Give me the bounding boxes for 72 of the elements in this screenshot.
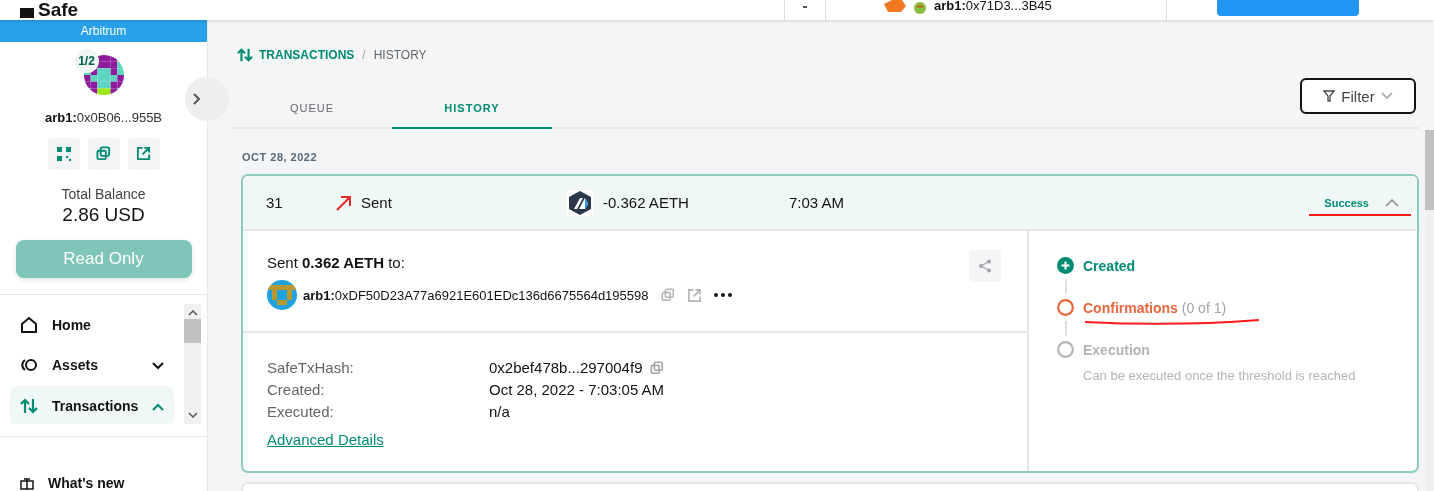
filter-button[interactable]: Filter bbox=[1300, 78, 1416, 114]
filter-icon bbox=[1323, 90, 1336, 102]
token-icon bbox=[567, 189, 593, 216]
tab[interactable]: HISTORY bbox=[392, 89, 552, 129]
transfer-icon bbox=[20, 396, 38, 415]
detail-value: n/a bbox=[489, 402, 510, 422]
network-bar: Arbitrum bbox=[0, 20, 207, 42]
scrollbar[interactable] bbox=[1425, 130, 1434, 491]
copy-button[interactable] bbox=[87, 137, 120, 170]
safe-address: arb1:0x0B06...955B bbox=[44, 109, 163, 125]
share-button[interactable] bbox=[969, 250, 1001, 282]
logo-icon bbox=[20, 8, 34, 18]
qr-code-icon bbox=[56, 146, 71, 161]
home-icon bbox=[20, 315, 38, 334]
date-heading: OCT 28, 2022 bbox=[242, 151, 319, 163]
transaction-time: 7:03 AM bbox=[789, 194, 846, 211]
transfer-icon bbox=[237, 47, 253, 63]
step-label: Created bbox=[1083, 257, 1136, 274]
chevron-right-icon bbox=[193, 93, 201, 105]
nav-item[interactable]: Transactions bbox=[10, 385, 175, 424]
scroll-down-icon[interactable] bbox=[187, 412, 198, 418]
detail-value: Oct 28, 2022 - 7:03:05 AM bbox=[489, 380, 665, 400]
external-link-icon bbox=[136, 146, 151, 162]
external-link-button[interactable] bbox=[127, 137, 160, 170]
chevron-down-icon bbox=[1380, 92, 1393, 100]
copy-icon[interactable] bbox=[650, 361, 665, 375]
chevron-down-icon[interactable] bbox=[152, 361, 165, 370]
advanced-details-link[interactable]: Advanced Details bbox=[267, 431, 384, 448]
more-icon[interactable] bbox=[713, 293, 732, 297]
nav-item[interactable]: Assets bbox=[10, 344, 175, 385]
transfer-summary: Sent 0.362 AETH to: bbox=[267, 254, 405, 271]
detail-label: Created: bbox=[267, 380, 326, 400]
recipient-avatar bbox=[267, 280, 297, 310]
collapse-button[interactable] bbox=[185, 77, 229, 121]
logo-text: Safe bbox=[38, 0, 79, 20]
transaction-type: Sent bbox=[361, 194, 392, 211]
breadcrumb-separator: / bbox=[362, 48, 366, 62]
detail-label: SafeTxHash: bbox=[267, 358, 355, 378]
detail-label: Executed: bbox=[267, 402, 335, 422]
balance-value: 2.86 USD bbox=[62, 203, 145, 226]
external-link-icon[interactable] bbox=[686, 287, 702, 303]
balance-label: Total Balance bbox=[61, 185, 146, 202]
status-label: Success bbox=[1324, 196, 1369, 209]
gift-icon bbox=[20, 476, 34, 490]
copy-icon bbox=[96, 146, 111, 162]
step-hint: Can be executed once the threshold is reached bbox=[1083, 368, 1357, 383]
threshold-badge: 1/2 bbox=[74, 48, 99, 73]
scroll-up-icon[interactable] bbox=[187, 309, 198, 316]
arrow-up-right-icon bbox=[335, 193, 353, 212]
tab[interactable]: QUEUE bbox=[232, 89, 392, 129]
scrollbar[interactable] bbox=[184, 303, 202, 424]
step-label: Confirmations (0 of 1) bbox=[1083, 299, 1227, 316]
whats-new-item[interactable]: What's new bbox=[0, 437, 207, 491]
step-label: Execution bbox=[1083, 341, 1150, 358]
transaction-amount: -0.362 AETH bbox=[603, 194, 689, 211]
chevron-up-icon[interactable] bbox=[152, 402, 165, 411]
chevron-up-icon[interactable] bbox=[1385, 198, 1399, 207]
copy-icon[interactable] bbox=[660, 288, 675, 302]
share-icon bbox=[978, 259, 992, 273]
breadcrumb-link[interactable]: TRANSACTIONS bbox=[259, 48, 355, 62]
nav-item[interactable]: Home bbox=[10, 304, 175, 345]
account-address: arb1:0x71D3...3B45 bbox=[934, 0, 1052, 14]
recipient-address: arb1:0xDF50D23A77a6921E601EDc136d6675564d195598 bbox=[303, 287, 649, 303]
nonce: 31 bbox=[265, 194, 284, 211]
transaction-summary-row[interactable]: 31 Sent -0.362 AETH 7:03 AM Success bbox=[243, 176, 1417, 231]
qr-code-button[interactable] bbox=[47, 137, 80, 170]
detail-value: 0x2bef478b...297004f9 bbox=[489, 358, 643, 378]
dash-icon bbox=[803, 6, 807, 8]
scrollbar-thumb[interactable] bbox=[184, 318, 202, 343]
breadcrumb-current: HISTORY bbox=[373, 48, 427, 62]
avatar-icon bbox=[914, 2, 926, 14]
coins-icon bbox=[20, 357, 38, 372]
